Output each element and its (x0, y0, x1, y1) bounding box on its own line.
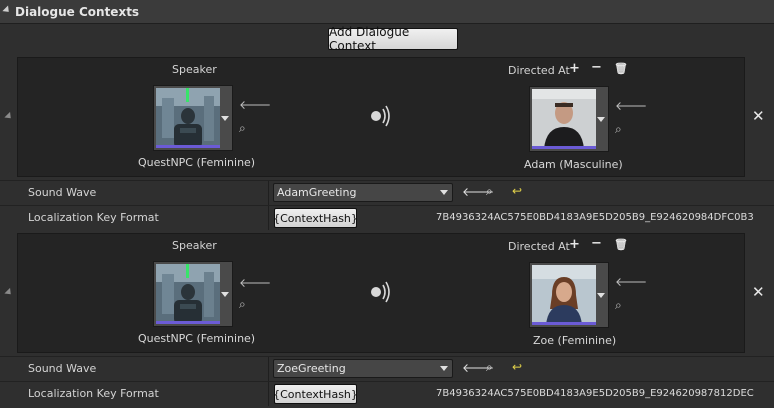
sound-wave-combo[interactable]: AdamGreeting (273, 183, 453, 202)
directed-portrait (532, 265, 596, 325)
drag-handle-icon[interactable] (4, 111, 14, 122)
speaker-thumbnail[interactable] (153, 261, 233, 327)
speaker-portrait (156, 264, 220, 324)
directed-at-thumbnail[interactable] (529, 86, 609, 152)
sound-wave-value: ZoeGreeting (277, 362, 346, 375)
plus-icon[interactable]: + (569, 237, 580, 252)
speaker-name: QuestNPC (Feminine) (138, 332, 256, 345)
context-card: Speaker 🡐 ⌕ QuestNPC (Feminine) Directed… (17, 57, 745, 177)
context-card: Speaker 🡐 ⌕ QuestNPC (Feminine) Directed… (17, 233, 745, 353)
collapse-caret-icon[interactable] (2, 5, 12, 15)
sound-wave-label: Sound Wave (28, 186, 97, 199)
speaker-thumbnail[interactable] (153, 85, 233, 151)
sound-wave-row: Sound Wave AdamGreeting 🡐 ⌕ ↩ (0, 180, 774, 205)
chevron-down-icon[interactable] (597, 293, 605, 298)
speaker-name: QuestNPC (Feminine) (138, 156, 256, 169)
context-hash-button[interactable]: {ContextHash} (273, 208, 358, 228)
directed-accent-bar (532, 146, 596, 149)
speaker-accent-bar (156, 321, 220, 324)
speaker-accent-bar (156, 145, 220, 148)
search-icon[interactable]: ⌕ (239, 121, 246, 136)
column-divider[interactable] (268, 206, 269, 230)
add-row: Add Dialogue Context (0, 25, 774, 56)
panel-title: Dialogue Contexts (15, 4, 140, 19)
directed-at-label: Directed At (508, 240, 570, 253)
search-icon[interactable]: ⌕ (239, 297, 246, 312)
reset-icon[interactable]: ↩ (512, 184, 522, 198)
localization-key-label: Localization Key Format (28, 387, 159, 400)
column-divider[interactable] (268, 357, 269, 381)
localization-key-value: 7B4936324AC575E0BD4183A9E5D205B9_E924620… (436, 388, 754, 399)
directed-at-name: Adam (Masculine) (524, 158, 623, 171)
close-icon[interactable]: ✕ (752, 107, 765, 125)
sound-wave-combo[interactable]: ZoeGreeting (273, 359, 453, 378)
column-divider[interactable] (268, 181, 269, 205)
panel-header[interactable]: Dialogue Contexts (0, 0, 774, 24)
search-icon[interactable]: ⌕ (615, 122, 622, 137)
chevron-down-icon[interactable] (221, 292, 229, 297)
directed-at-label: Directed At (508, 64, 570, 77)
trash-icon[interactable]: 🗑 (614, 62, 628, 75)
drag-handle-icon[interactable] (4, 287, 14, 298)
speaker-label: Speaker (172, 63, 217, 76)
localization-key-label: Localization Key Format (28, 211, 159, 224)
arrow-left-icon[interactable]: 🡐 (615, 274, 647, 289)
speaker-label: Speaker (172, 239, 217, 252)
plus-icon[interactable]: + (569, 61, 580, 76)
arrow-left-icon[interactable]: 🡐 (239, 275, 271, 290)
speaker-portrait (156, 88, 220, 148)
minus-icon[interactable]: − (591, 60, 602, 75)
add-dialogue-context-button[interactable]: Add Dialogue Context (328, 25, 458, 53)
localization-key-value: 7B4936324AC575E0BD4183A9E5D205B9_E924620… (436, 212, 754, 223)
arrow-left-icon[interactable]: 🡐 (239, 97, 271, 112)
sound-wave-value: AdamGreeting (277, 186, 357, 199)
chevron-down-icon[interactable] (597, 117, 605, 122)
minus-icon[interactable]: − (591, 236, 602, 251)
column-divider[interactable] (268, 382, 269, 406)
search-icon[interactable]: ⌕ (615, 298, 622, 313)
search-icon[interactable]: ⌕ (486, 360, 493, 375)
directed-at-name: Zoe (Feminine) (533, 334, 617, 347)
directed-portrait (532, 89, 596, 149)
sound-wave-label: Sound Wave (28, 362, 97, 375)
sound-icon[interactable] (368, 279, 394, 305)
chevron-down-icon[interactable] (221, 116, 229, 121)
chevron-down-icon[interactable] (440, 366, 448, 371)
localization-key-row: Localization Key Format {ContextHash} 7B… (0, 205, 774, 230)
arrow-left-icon[interactable]: 🡐 (615, 98, 647, 113)
chevron-down-icon[interactable] (440, 190, 448, 195)
localization-key-row: Localization Key Format {ContextHash} 7B… (0, 381, 774, 406)
directed-at-thumbnail[interactable] (529, 262, 609, 328)
sound-icon[interactable] (368, 103, 394, 129)
search-icon[interactable]: ⌕ (486, 184, 493, 199)
sound-wave-row: Sound Wave ZoeGreeting 🡐 ⌕ ↩ (0, 356, 774, 381)
reset-icon[interactable]: ↩ (512, 360, 522, 374)
directed-accent-bar (532, 322, 596, 325)
context-hash-button[interactable]: {ContextHash} (273, 384, 358, 404)
trash-icon[interactable]: 🗑 (614, 238, 628, 251)
close-icon[interactable]: ✕ (752, 283, 765, 301)
